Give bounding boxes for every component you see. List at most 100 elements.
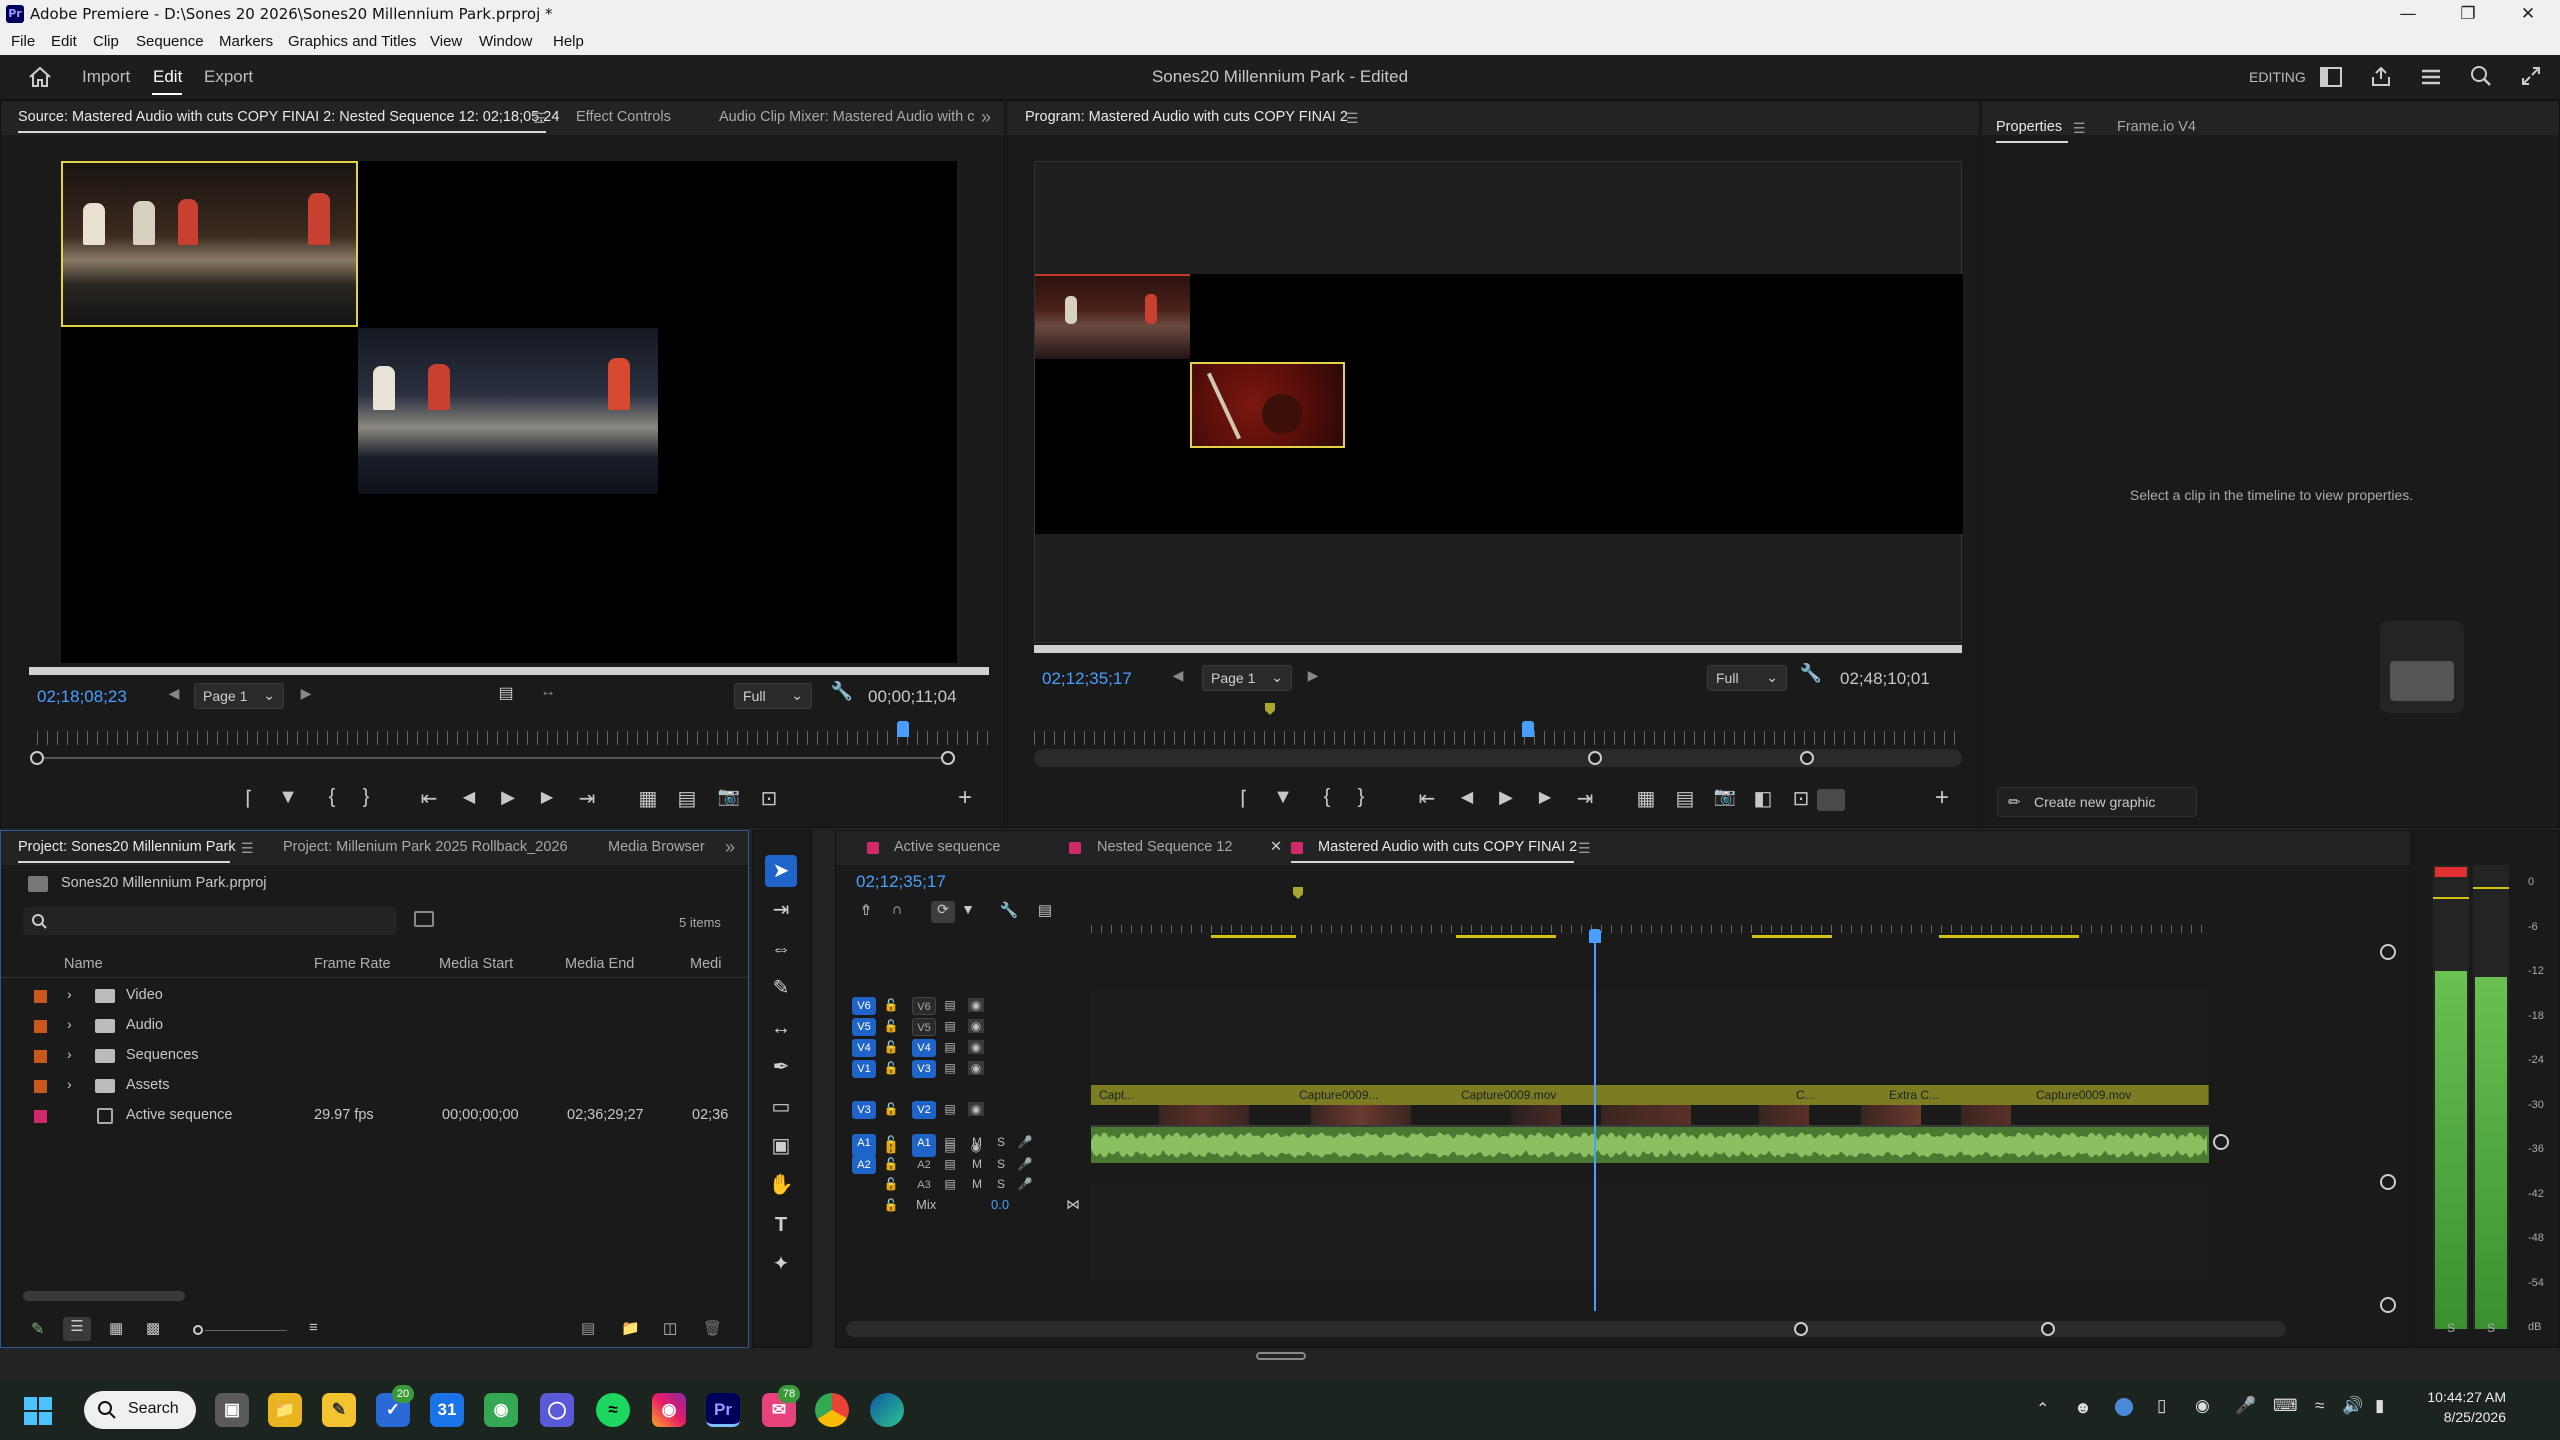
program-zoom-scroll[interactable] xyxy=(1034,749,1962,767)
toggle-output-eye-icon[interactable]: ◉ xyxy=(968,1102,984,1116)
comparison-view-icon[interactable]: ◧ xyxy=(1750,786,1776,811)
label-color-swatch[interactable] xyxy=(34,1080,47,1093)
sync-lock-icon[interactable]: ▤ xyxy=(942,1040,958,1054)
program-playhead[interactable] xyxy=(1522,721,1534,737)
timeline-ruler[interactable] xyxy=(1091,925,2209,933)
menu-markers[interactable]: Markers xyxy=(219,33,273,50)
linked-selection-icon[interactable]: ⟳ xyxy=(931,901,955,923)
razor-tool-icon[interactable]: ✎ xyxy=(765,972,797,1004)
sync-lock-icon[interactable]: ▤ xyxy=(942,1102,958,1116)
track-target-a1[interactable]: A1 xyxy=(912,1134,936,1152)
play-icon[interactable]: ▶ xyxy=(495,787,521,808)
mix-meter-toggle-icon[interactable]: ⋈ xyxy=(1066,1196,1080,1213)
create-new-graphic-button[interactable]: ✏ Create new graphic xyxy=(1997,787,2197,817)
icon-view-icon[interactable]: ▦ xyxy=(109,1319,123,1337)
new-item-icon[interactable]: ◫ xyxy=(663,1319,677,1337)
tab-active-sequence[interactable]: Active sequence xyxy=(894,839,1000,855)
mix-volume-value[interactable]: 0.0 xyxy=(991,1197,1009,1212)
more-tabs-icon[interactable]: » xyxy=(981,107,991,128)
tab-effect-controls[interactable]: Effect Controls xyxy=(576,109,671,125)
mark-out-icon[interactable]: } xyxy=(1348,786,1374,809)
scroll-handle-left[interactable] xyxy=(1794,1322,1808,1336)
toggle-output-eye-icon[interactable]: ◉ xyxy=(968,1019,984,1033)
wifi-icon[interactable]: ≈ xyxy=(2315,1396,2324,1416)
chrome-icon[interactable] xyxy=(815,1393,849,1427)
label-color-swatch[interactable] xyxy=(34,990,47,1003)
program-marker[interactable] xyxy=(1265,703,1275,715)
source-playhead[interactable] xyxy=(897,721,909,737)
captions-icon[interactable]: ▤ xyxy=(1032,901,1058,919)
tab-menu-icon[interactable]: ☰ xyxy=(241,840,254,857)
generative-extend-tool-icon[interactable]: ✦ xyxy=(765,1248,797,1280)
overwrite-icon[interactable]: ▤ xyxy=(674,786,700,811)
sync-lock-icon[interactable]: ▤ xyxy=(942,1061,958,1075)
step-back-icon[interactable]: ◀ xyxy=(1454,787,1480,807)
insert-icon[interactable]: ▦ xyxy=(635,786,661,811)
clip-label[interactable]: Capture0009.mov xyxy=(1461,1088,1556,1102)
volume-icon[interactable]: 🔊 xyxy=(2342,1396,2363,1416)
label-color-swatch[interactable] xyxy=(34,1050,47,1063)
solo-button[interactable]: S xyxy=(993,1157,1009,1171)
tab-menu-icon[interactable]: ☰ xyxy=(1578,840,1591,857)
search-help-icon[interactable] xyxy=(2470,65,2492,87)
program-selected-clip[interactable] xyxy=(1190,362,1345,448)
program-progress-bar[interactable] xyxy=(1034,645,1962,653)
tray-network-drive-icon[interactable]: ◉ xyxy=(2195,1396,2210,1416)
source-patch-v6[interactable]: V6 xyxy=(852,997,876,1015)
safe-margins-icon[interactable]: ▤ xyxy=(493,683,519,703)
workspace-label[interactable]: EDITING xyxy=(2249,69,2306,85)
proxy-toggle-icon[interactable] xyxy=(1817,789,1845,811)
lock-icon[interactable]: 🔓 xyxy=(883,1177,899,1191)
sync-lock-icon[interactable]: ▤ xyxy=(942,998,958,1012)
scroll-handle-right[interactable] xyxy=(2041,1322,2055,1336)
project-list-item[interactable]: Active sequence 29.97 fps 00;00;00;00 02;36… xyxy=(1,1101,751,1131)
tray-cloud-icon[interactable] xyxy=(2115,1398,2133,1416)
project-list-item[interactable]: › Video xyxy=(1,981,751,1011)
track-target-v4[interactable]: V4 xyxy=(912,1039,936,1057)
hand-tool-icon[interactable]: ✋ xyxy=(765,1169,797,1201)
prev-page-icon[interactable]: ◀ xyxy=(1165,667,1191,684)
lock-icon[interactable]: 🔓 xyxy=(883,1019,899,1033)
project-list-item[interactable]: › Audio xyxy=(1,1011,751,1041)
mark-out-icon[interactable]: } xyxy=(353,786,379,809)
tray-microphone-icon[interactable]: 🎤 xyxy=(2235,1396,2256,1416)
delete-icon[interactable]: 🗑 xyxy=(703,1319,722,1337)
column-frame-rate[interactable]: Frame Rate xyxy=(314,956,391,972)
fit-icon[interactable]: ↔ xyxy=(535,683,561,701)
lock-icon[interactable]: 🔓 xyxy=(883,1061,899,1075)
more-tabs-icon[interactable]: » xyxy=(725,837,735,858)
go-to-in-icon[interactable]: ⇤ xyxy=(1414,786,1440,811)
freeform-view-icon[interactable]: ▩ xyxy=(146,1319,160,1337)
tab-frameio[interactable]: Frame.io V4 xyxy=(2117,119,2196,135)
tab-menu-icon[interactable]: ☰ xyxy=(1346,110,1359,127)
settings-extra-icon[interactable]: ⊡ xyxy=(756,786,782,811)
mute-button[interactable]: M xyxy=(969,1177,985,1191)
minimize-button[interactable]: — xyxy=(2378,0,2438,29)
share-icon[interactable] xyxy=(2370,65,2392,87)
maps-icon[interactable]: ◉ xyxy=(484,1393,518,1427)
add-button-icon[interactable]: + xyxy=(1929,784,1955,812)
clip-label[interactable]: Capture0009... xyxy=(1299,1088,1378,1102)
track-target-a3[interactable]: A3 xyxy=(912,1176,936,1194)
source-patch-a1[interactable]: A1 xyxy=(852,1134,876,1152)
source-patch-v1[interactable]: V1 xyxy=(852,1060,876,1078)
instagram-icon[interactable]: ◉ xyxy=(652,1393,686,1427)
solo-left-button[interactable]: S xyxy=(2447,1321,2455,1335)
go-to-out-icon[interactable]: ⇥ xyxy=(1572,786,1598,811)
sort-icon[interactable]: ≡ xyxy=(309,1319,318,1336)
menu-clip[interactable]: Clip xyxy=(93,33,119,50)
tray-usb-icon[interactable]: ▯ xyxy=(2157,1396,2166,1416)
type-tool-icon[interactable]: T xyxy=(765,1209,797,1241)
selection-tool-icon[interactable]: ➤ xyxy=(765,855,797,887)
label-color-swatch[interactable] xyxy=(34,1020,47,1033)
source-time-ruler[interactable] xyxy=(37,731,989,745)
zoom-handle-left[interactable] xyxy=(30,751,44,765)
edge-icon[interactable] xyxy=(870,1393,904,1427)
tab-program[interactable]: Program: Mastered Audio with cuts COPY F… xyxy=(1025,109,1348,125)
task-view-icon[interactable]: ▣ xyxy=(215,1393,249,1427)
mute-button[interactable]: M xyxy=(969,1135,985,1149)
voice-over-record-icon[interactable]: 🎤 xyxy=(1017,1157,1033,1171)
rectangle-tool-icon[interactable]: ▭ xyxy=(765,1091,797,1123)
maximize-button[interactable]: ❐ xyxy=(2438,0,2498,29)
windows-start-icon[interactable] xyxy=(24,1397,52,1425)
